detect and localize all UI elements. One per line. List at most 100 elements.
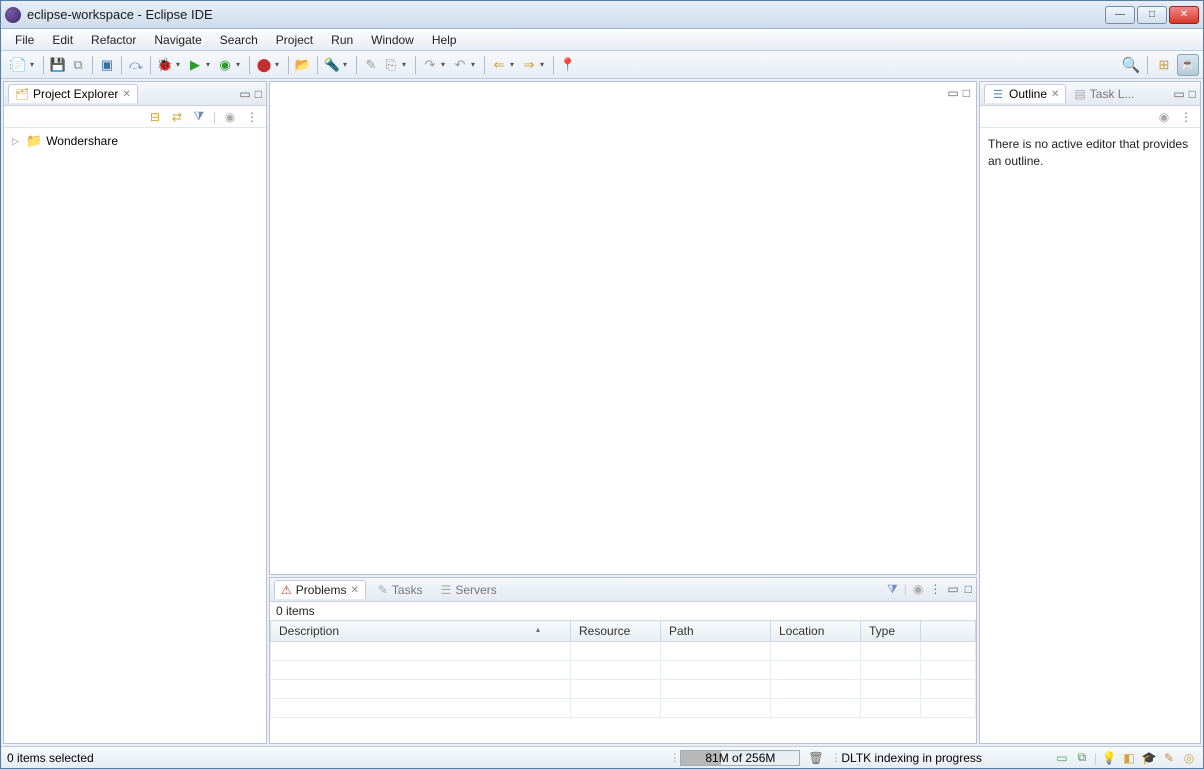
explorer-icon: 🗂 <box>15 87 29 101</box>
separator <box>288 56 289 74</box>
maximize-editor-icon[interactable]: □ <box>963 86 970 100</box>
wand-icon[interactable]: ✎ <box>362 56 380 74</box>
run-last-icon[interactable]: ⬤ <box>255 56 273 74</box>
updates-icon[interactable]: ⧉ <box>1074 751 1090 765</box>
menu-help[interactable]: Help <box>424 31 465 49</box>
focus-problems-icon[interactable]: ◉ <box>913 582 923 597</box>
java-perspective-icon[interactable]: ☕ <box>1177 54 1199 76</box>
menu-refactor[interactable]: Refactor <box>83 31 144 49</box>
menu-run[interactable]: Run <box>323 31 361 49</box>
back-icon[interactable]: ⇐ <box>490 56 508 74</box>
collapse-all-icon[interactable]: ⊟ <box>147 109 163 125</box>
run-dropdown[interactable]: ▾ <box>206 60 214 69</box>
run-last-dropdown[interactable]: ▾ <box>275 60 283 69</box>
samples-icon[interactable]: 🎓 <box>1141 751 1157 765</box>
menu-search[interactable]: Search <box>212 31 266 49</box>
problems-tab[interactable]: ⚠ Problems ✕ <box>274 580 366 599</box>
new-dropdown[interactable]: ▾ <box>30 60 38 69</box>
maximize-panel-icon[interactable]: □ <box>965 582 972 597</box>
minimize-button[interactable]: — <box>1105 6 1135 24</box>
open-perspective-icon[interactable]: ⊞ <box>1155 56 1173 74</box>
problems-table[interactable]: Description▴ Resource Path Location Type <box>270 620 976 718</box>
task-list-tab[interactable]: ▤ Task L... <box>1070 85 1138 103</box>
table-row[interactable] <box>271 699 976 718</box>
filter-problems-icon[interactable]: ⧩ <box>887 582 898 597</box>
tree-item[interactable]: ▷ 📁 Wondershare <box>8 132 262 150</box>
terminal-icon[interactable]: ▣ <box>98 56 116 74</box>
problems-menu-icon[interactable]: ⋮ <box>929 582 941 597</box>
open-type-icon[interactable]: 📂 <box>294 56 312 74</box>
overview-icon[interactable]: ◧ <box>1121 751 1137 765</box>
toggle-icon[interactable]: ⎘ <box>382 56 400 74</box>
table-row[interactable] <box>271 661 976 680</box>
minimize-panel-icon[interactable]: ▭ <box>947 582 958 597</box>
menu-file[interactable]: File <box>7 31 42 49</box>
search-tool-icon[interactable]: 🔦 <box>323 56 341 74</box>
minimize-outline-icon[interactable]: ▭ <box>1173 87 1184 101</box>
col-location[interactable]: Location <box>771 621 861 642</box>
focus-outline-icon[interactable]: ◉ <box>1156 109 1172 125</box>
debug-dropdown[interactable]: ▾ <box>176 60 184 69</box>
run-icon[interactable]: ▶ <box>186 56 204 74</box>
save-all-icon[interactable]: ⧉ <box>69 56 87 74</box>
tasks-tab[interactable]: ✎ Tasks <box>372 581 429 599</box>
coverage-icon[interactable]: ◉ <box>216 56 234 74</box>
focus-task-icon[interactable]: ◉ <box>222 109 238 125</box>
menu-navigate[interactable]: Navigate <box>146 31 209 49</box>
col-type[interactable]: Type <box>861 621 921 642</box>
forward-dropdown[interactable]: ▾ <box>540 60 548 69</box>
quick-access-icon[interactable]: 🔍 <box>1122 56 1140 74</box>
link-editor-icon[interactable]: ⇄ <box>169 109 185 125</box>
window-title: eclipse-workspace - Eclipse IDE <box>27 7 1105 22</box>
filter-icon[interactable]: ⧩ <box>191 109 207 125</box>
pin-editor-icon[interactable]: 📍 <box>559 56 577 74</box>
editor-area[interactable]: ▭ □ <box>269 81 977 575</box>
view-menu-icon[interactable]: ⋮ <box>244 109 260 125</box>
step-dropdown[interactable]: ▾ <box>441 60 449 69</box>
coverage-dropdown[interactable]: ▾ <box>236 60 244 69</box>
skip-breakpoints-icon[interactable]: ⤼ <box>127 56 145 74</box>
save-icon[interactable]: 💾 <box>49 56 67 74</box>
table-row[interactable] <box>271 680 976 699</box>
separator <box>484 56 485 74</box>
tab-close-icon[interactable]: ✕ <box>122 89 130 100</box>
whatsnew-icon[interactable]: ◎ <box>1181 751 1197 765</box>
minimize-view-icon[interactable]: ▭ <box>239 87 250 101</box>
maximize-view-icon[interactable]: □ <box>255 87 262 101</box>
search-tool-dropdown[interactable]: ▾ <box>343 60 351 69</box>
col-resource[interactable]: Resource <box>571 621 661 642</box>
tab-close-icon[interactable]: ✕ <box>1051 89 1059 100</box>
progress-icon[interactable]: ▭ <box>1054 751 1070 765</box>
menu-window[interactable]: Window <box>363 31 422 49</box>
heap-status[interactable]: 81M of 256M <box>680 750 800 766</box>
toggle-dropdown[interactable]: ▾ <box>402 60 410 69</box>
step-icon[interactable]: ↷ <box>421 56 439 74</box>
outline-tab[interactable]: ☰ Outline ✕ <box>984 84 1066 103</box>
table-row[interactable] <box>271 642 976 661</box>
expand-arrow-icon[interactable]: ▷ <box>12 136 22 147</box>
new-icon-status[interactable]: ✎ <box>1161 751 1177 765</box>
debug-icon[interactable]: 🐞 <box>156 56 174 74</box>
col-path[interactable]: Path <box>661 621 771 642</box>
step2-icon[interactable]: ↶ <box>451 56 469 74</box>
menu-project[interactable]: Project <box>268 31 321 49</box>
tip-icon[interactable]: 💡 <box>1101 751 1117 765</box>
outline-menu-icon[interactable]: ⋮ <box>1178 109 1194 125</box>
tab-close-icon[interactable]: ✕ <box>350 585 358 596</box>
project-explorer-tab[interactable]: 🗂 Project Explorer ✕ <box>8 84 138 103</box>
col-description[interactable]: Description▴ <box>271 621 571 642</box>
minimize-editor-icon[interactable]: ▭ <box>947 86 958 100</box>
forward-icon[interactable]: ⇒ <box>520 56 538 74</box>
maximize-outline-icon[interactable]: □ <box>1189 87 1196 101</box>
menu-edit[interactable]: Edit <box>44 31 81 49</box>
step2-dropdown[interactable]: ▾ <box>471 60 479 69</box>
back-dropdown[interactable]: ▾ <box>510 60 518 69</box>
gc-trash-icon[interactable]: 🗑 <box>808 751 822 765</box>
servers-tab[interactable]: ☰ Servers <box>435 581 503 599</box>
outline-icon: ☰ <box>991 87 1005 101</box>
project-tree[interactable]: ▷ 📁 Wondershare <box>4 128 266 743</box>
col-extra[interactable] <box>921 621 976 642</box>
maximize-button[interactable]: □ <box>1137 6 1167 24</box>
close-button[interactable]: ✕ <box>1169 6 1199 24</box>
new-icon[interactable]: 📄 <box>10 56 28 74</box>
